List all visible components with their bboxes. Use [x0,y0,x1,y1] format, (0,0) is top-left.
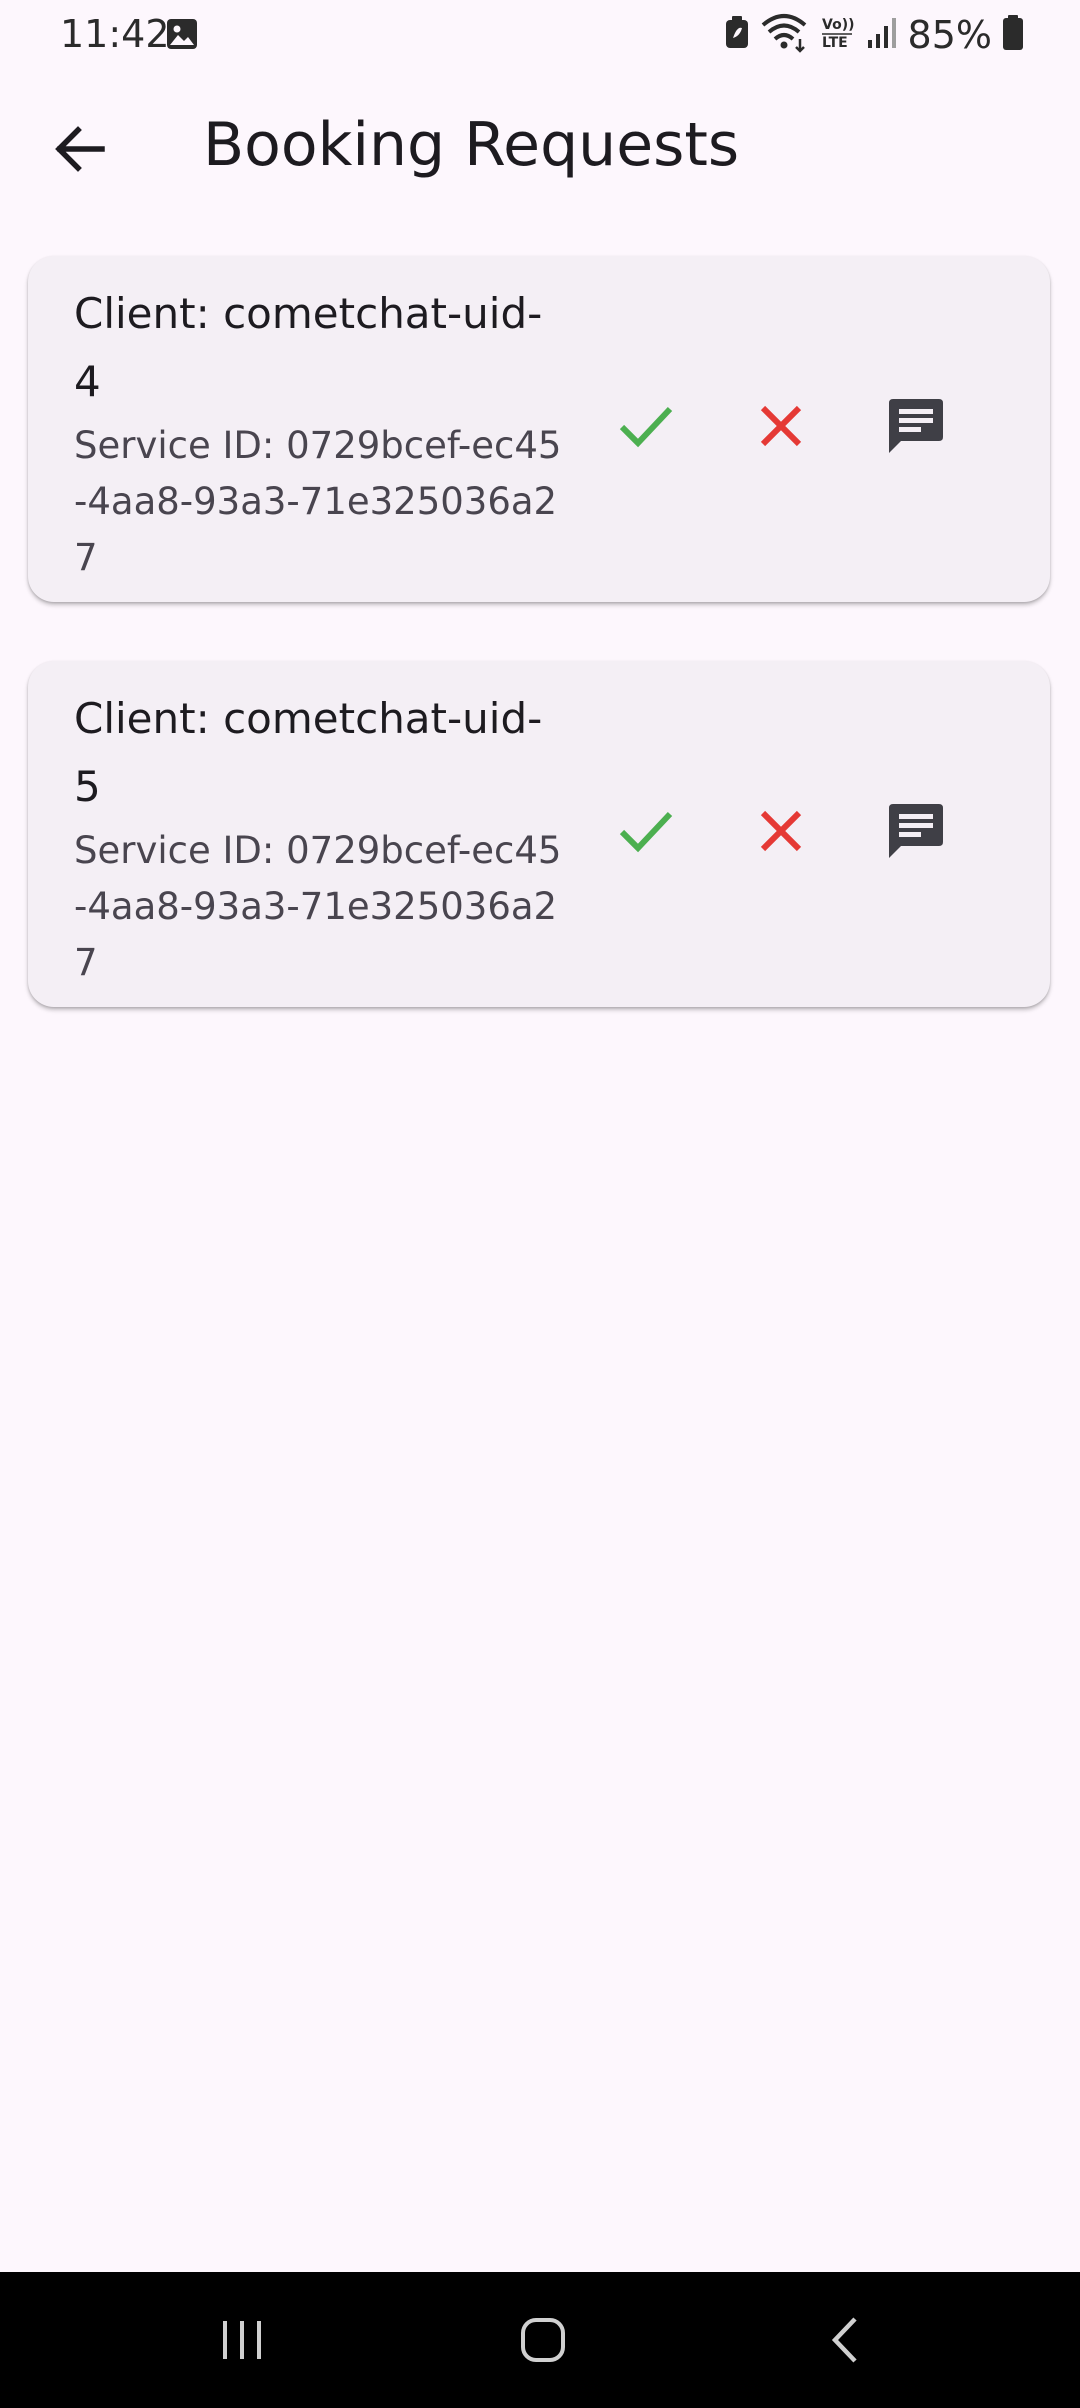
home-button[interactable] [493,2302,593,2382]
nav-back-button[interactable] [795,2302,895,2382]
status-bar: 11:42 Vo)) LTE 85% [0,0,1080,70]
close-icon [758,808,804,859]
service-id-label: Service ID: 0729bcef-ec45-4aa8-93a3-71e3… [74,424,562,579]
wifi-icon [760,13,810,58]
accept-button[interactable] [598,380,694,476]
recent-apps-icon [217,2317,267,2368]
close-icon [758,403,804,454]
svg-text:Vo)): Vo)) [822,17,854,33]
reject-button[interactable] [733,785,829,881]
reject-button[interactable] [733,380,829,476]
client-label: Client: cometchat-uid-4 [74,289,543,406]
battery-saver-icon [724,15,750,55]
status-time: 11:42 [60,12,170,56]
volte-icon: Vo)) LTE [820,13,856,58]
booking-request-card: Client: cometchat-uid-4 Service ID: 0729… [28,256,1050,602]
request-details: Client: cometchat-uid-5 Service ID: 0729… [74,685,564,991]
chat-button[interactable] [868,785,964,881]
app-bar: Booking Requests [0,90,1080,206]
back-icon [825,2315,865,2370]
arrow-back-icon [54,125,106,177]
booking-request-card: Client: cometchat-uid-5 Service ID: 0729… [28,661,1050,1007]
battery-percent: 85% [907,13,992,57]
svg-text:LTE: LTE [822,35,848,51]
system-nav-bar [0,2272,1080,2408]
service-id-label: Service ID: 0729bcef-ec45-4aa8-93a3-71e3… [74,829,562,984]
check-icon [618,808,674,859]
client-label: Client: cometchat-uid-5 [74,694,543,811]
recent-apps-button[interactable] [192,2302,292,2382]
battery-icon [1002,14,1024,56]
back-button[interactable] [40,116,120,186]
signal-icon [866,16,898,55]
home-icon [518,2315,568,2370]
check-icon [618,403,674,454]
request-details: Client: cometchat-uid-4 Service ID: 0729… [74,280,564,586]
page-title: Booking Requests [203,110,740,180]
chat-icon [887,397,945,460]
accept-button[interactable] [598,785,694,881]
gallery-icon [166,18,198,50]
status-icons: Vo)) LTE 85% [724,10,1024,60]
chat-icon [887,802,945,865]
chat-button[interactable] [868,380,964,476]
